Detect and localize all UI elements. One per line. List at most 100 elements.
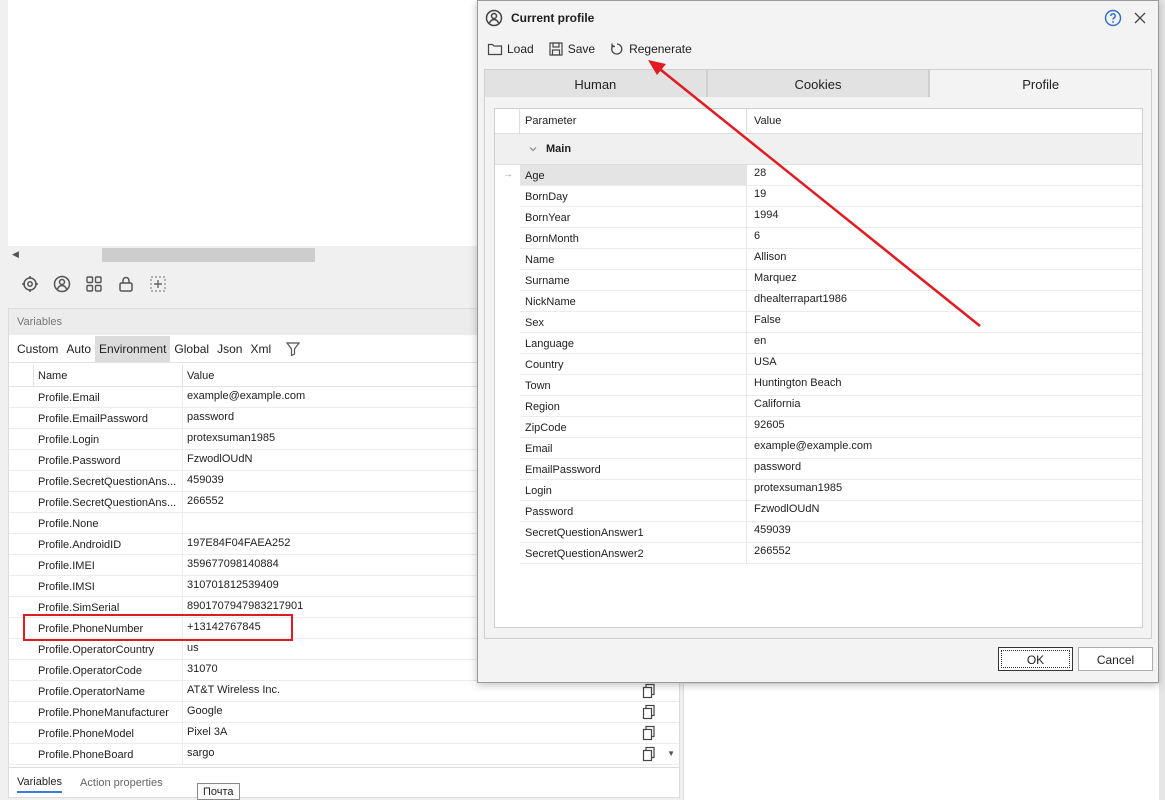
parameter-value[interactable]: 1994 [747,207,1142,228]
tab-xml[interactable]: Xml [246,336,275,362]
parameter-name[interactable]: SecretQuestionAnswer1 [520,522,747,543]
parameter-row[interactable]: Country USA [495,354,1142,375]
parameter-row[interactable]: Login protexsuman1985 [495,480,1142,501]
lock-icon[interactable] [114,272,138,296]
add-frame-icon[interactable] [146,272,170,296]
parameter-name[interactable]: Login [520,480,747,501]
profile-icon[interactable] [50,272,74,296]
parameter-row[interactable]: ZipCode 92605 [495,417,1142,438]
tab-action-properties[interactable]: Action properties [80,774,163,792]
parameter-value[interactable]: password [747,459,1142,480]
copy-icon[interactable] [641,704,659,721]
variable-value[interactable]: AT&T Wireless Inc. [183,681,679,701]
parameter-name[interactable]: Surname [520,270,747,291]
parameter-value[interactable]: 459039 [747,522,1142,543]
parameter-value[interactable]: 92605 [747,417,1142,438]
parameter-row[interactable]: Language en [495,333,1142,354]
parameter-value[interactable]: dhealterrapart1986 [747,291,1142,312]
parameter-value[interactable]: example@example.com [747,438,1142,459]
table-row[interactable]: Profile.PhoneManufacturer Google [9,702,679,723]
parameter-name[interactable]: Language [520,333,747,354]
parameter-name[interactable]: BornYear [520,207,747,228]
regenerate-button[interactable]: Regenerate [609,41,692,57]
tab-custom[interactable]: Custom [13,336,62,362]
parameter-value[interactable]: en [747,333,1142,354]
parameter-name[interactable]: Country [520,354,747,375]
parameter-row[interactable]: SecretQuestionAnswer2 266552 [495,543,1142,564]
copy-icon[interactable] [641,746,659,763]
save-button[interactable]: Save [548,41,595,57]
parameter-row[interactable]: BornDay 19 [495,186,1142,207]
parameter-value[interactable]: 19 [747,186,1142,207]
parameter-name[interactable]: EmailPassword [520,459,747,480]
tab-auto[interactable]: Auto [62,336,95,362]
tab-global[interactable]: Global [170,336,213,362]
variable-value[interactable]: sargo [183,744,679,764]
parameter-name[interactable]: Email [520,438,747,459]
parameter-name[interactable]: BornMonth [520,228,747,249]
parameter-name[interactable]: Region [520,396,747,417]
parameter-row[interactable]: NickName dhealterrapart1986 [495,291,1142,312]
parameter-row[interactable]: SecretQuestionAnswer1 459039 [495,522,1142,543]
parameter-name[interactable]: ZipCode [520,417,747,438]
parameter-name[interactable]: Password [520,501,747,522]
parameter-row[interactable]: EmailPassword password [495,459,1142,480]
column-value[interactable]: Value [747,109,1142,133]
parameter-row[interactable]: BornMonth 6 [495,228,1142,249]
parameter-row[interactable]: Surname Marquez [495,270,1142,291]
scroll-down-icon[interactable]: ▼ [667,749,675,758]
copy-icon[interactable] [641,683,659,700]
ok-button[interactable]: OK [998,647,1073,671]
scrollbar-thumb[interactable] [102,248,315,262]
tab-environment[interactable]: Environment [95,335,171,362]
tab-json[interactable]: Json [213,336,246,362]
help-icon[interactable] [1104,9,1122,27]
parameter-name[interactable]: BornDay [520,186,747,207]
parameter-row[interactable]: Region California [495,396,1142,417]
parameter-name[interactable]: Name [520,249,747,270]
column-name[interactable]: Name [34,365,183,386]
grid-icon[interactable] [82,272,106,296]
parameter-row[interactable]: BornYear 1994 [495,207,1142,228]
settings-icon[interactable] [18,272,42,296]
scroll-left-icon[interactable]: ◀ [12,249,19,260]
parameter-name[interactable]: Age [520,165,747,186]
variable-value[interactable]: Pixel 3A [183,723,679,743]
parameter-row[interactable]: Email example@example.com [495,438,1142,459]
parameter-value[interactable]: False [747,312,1142,333]
filter-icon[interactable] [285,341,301,357]
parameter-value[interactable]: 6 [747,228,1142,249]
chevron-down-icon[interactable] [528,144,538,154]
parameter-row[interactable]: Name Allison [495,249,1142,270]
parameter-value[interactable]: 28 [747,165,1142,186]
parameter-row[interactable]: → Age 28 [495,165,1142,186]
parameter-value[interactable]: Marquez [747,270,1142,291]
parameter-row[interactable]: Town Huntington Beach [495,375,1142,396]
tab-variables[interactable]: Variables [17,773,63,793]
parameter-value[interactable]: 266552 [747,543,1142,564]
parameter-value[interactable]: Allison [747,249,1142,270]
parameter-value[interactable]: Huntington Beach [747,375,1142,396]
parameter-value[interactable]: California [747,396,1142,417]
horizontal-scrollbar[interactable]: ◀ [8,246,478,264]
canvas-area[interactable] [8,0,478,246]
tab-human[interactable]: Human [484,69,707,98]
parameter-value[interactable]: protexsuman1985 [747,480,1142,501]
tab-profile[interactable]: Profile [929,69,1153,98]
variable-value[interactable]: Google [183,702,679,722]
parameter-name[interactable]: Town [520,375,747,396]
parameter-value[interactable]: FzwodlOUdN [747,501,1142,522]
column-parameter[interactable]: Parameter [520,109,747,133]
cancel-button[interactable]: Cancel [1078,647,1153,671]
close-icon[interactable] [1132,10,1148,26]
parameter-name[interactable]: Sex [520,312,747,333]
parameter-row[interactable]: Sex False [495,312,1142,333]
parameter-name[interactable]: NickName [520,291,747,312]
load-button[interactable]: Load [487,41,534,57]
table-row[interactable]: Profile.PhoneBoard sargo [9,744,679,765]
table-row[interactable]: Profile.OperatorName AT&T Wireless Inc. [9,681,679,702]
tab-cookies[interactable]: Cookies [706,69,930,98]
group-main[interactable]: Main [495,134,1142,165]
parameter-row[interactable]: Password FzwodlOUdN [495,501,1142,522]
table-row[interactable]: Profile.PhoneModel Pixel 3A [9,723,679,744]
